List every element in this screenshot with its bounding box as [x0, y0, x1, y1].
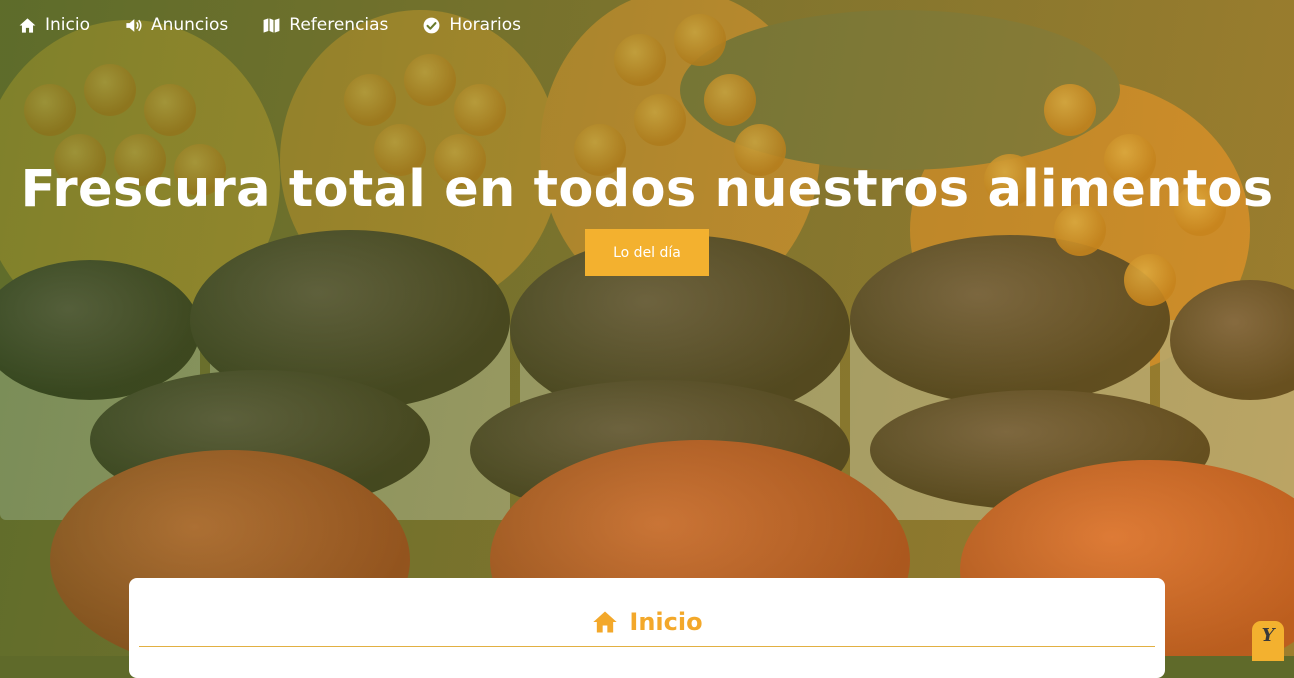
nav-item-label: Referencias — [289, 15, 389, 35]
y-logo-badge[interactable]: Y — [1252, 621, 1284, 661]
hero-color-overlay — [0, 0, 1294, 656]
megaphone-icon — [126, 18, 142, 32]
nav-item-label: Inicio — [45, 15, 90, 35]
top-navigation: Inicio Anuncios Referencias Horarios — [18, 12, 521, 38]
section-title: Inicio — [629, 608, 703, 636]
section-heading: Inicio — [129, 608, 1165, 636]
check-circle-icon — [424, 17, 440, 33]
content-card: Inicio — [129, 578, 1165, 678]
nav-item-inicio[interactable]: Inicio — [18, 15, 90, 35]
nav-item-referencias[interactable]: Referencias — [262, 15, 388, 35]
map-icon — [263, 17, 280, 33]
badge-label: Y — [1261, 625, 1275, 646]
hero-section — [0, 0, 1294, 656]
home-icon — [593, 611, 618, 633]
hero-title: Frescura total en todos nuestros aliment… — [20, 160, 1274, 219]
home-icon — [19, 17, 36, 33]
nav-item-label: Horarios — [449, 15, 521, 35]
nav-item-anuncios[interactable]: Anuncios — [124, 15, 228, 35]
nav-item-horarios[interactable]: Horarios — [422, 15, 521, 35]
nav-item-label: Anuncios — [150, 15, 229, 35]
lo-del-dia-button[interactable]: Lo del día — [585, 229, 709, 276]
section-divider — [139, 646, 1155, 647]
